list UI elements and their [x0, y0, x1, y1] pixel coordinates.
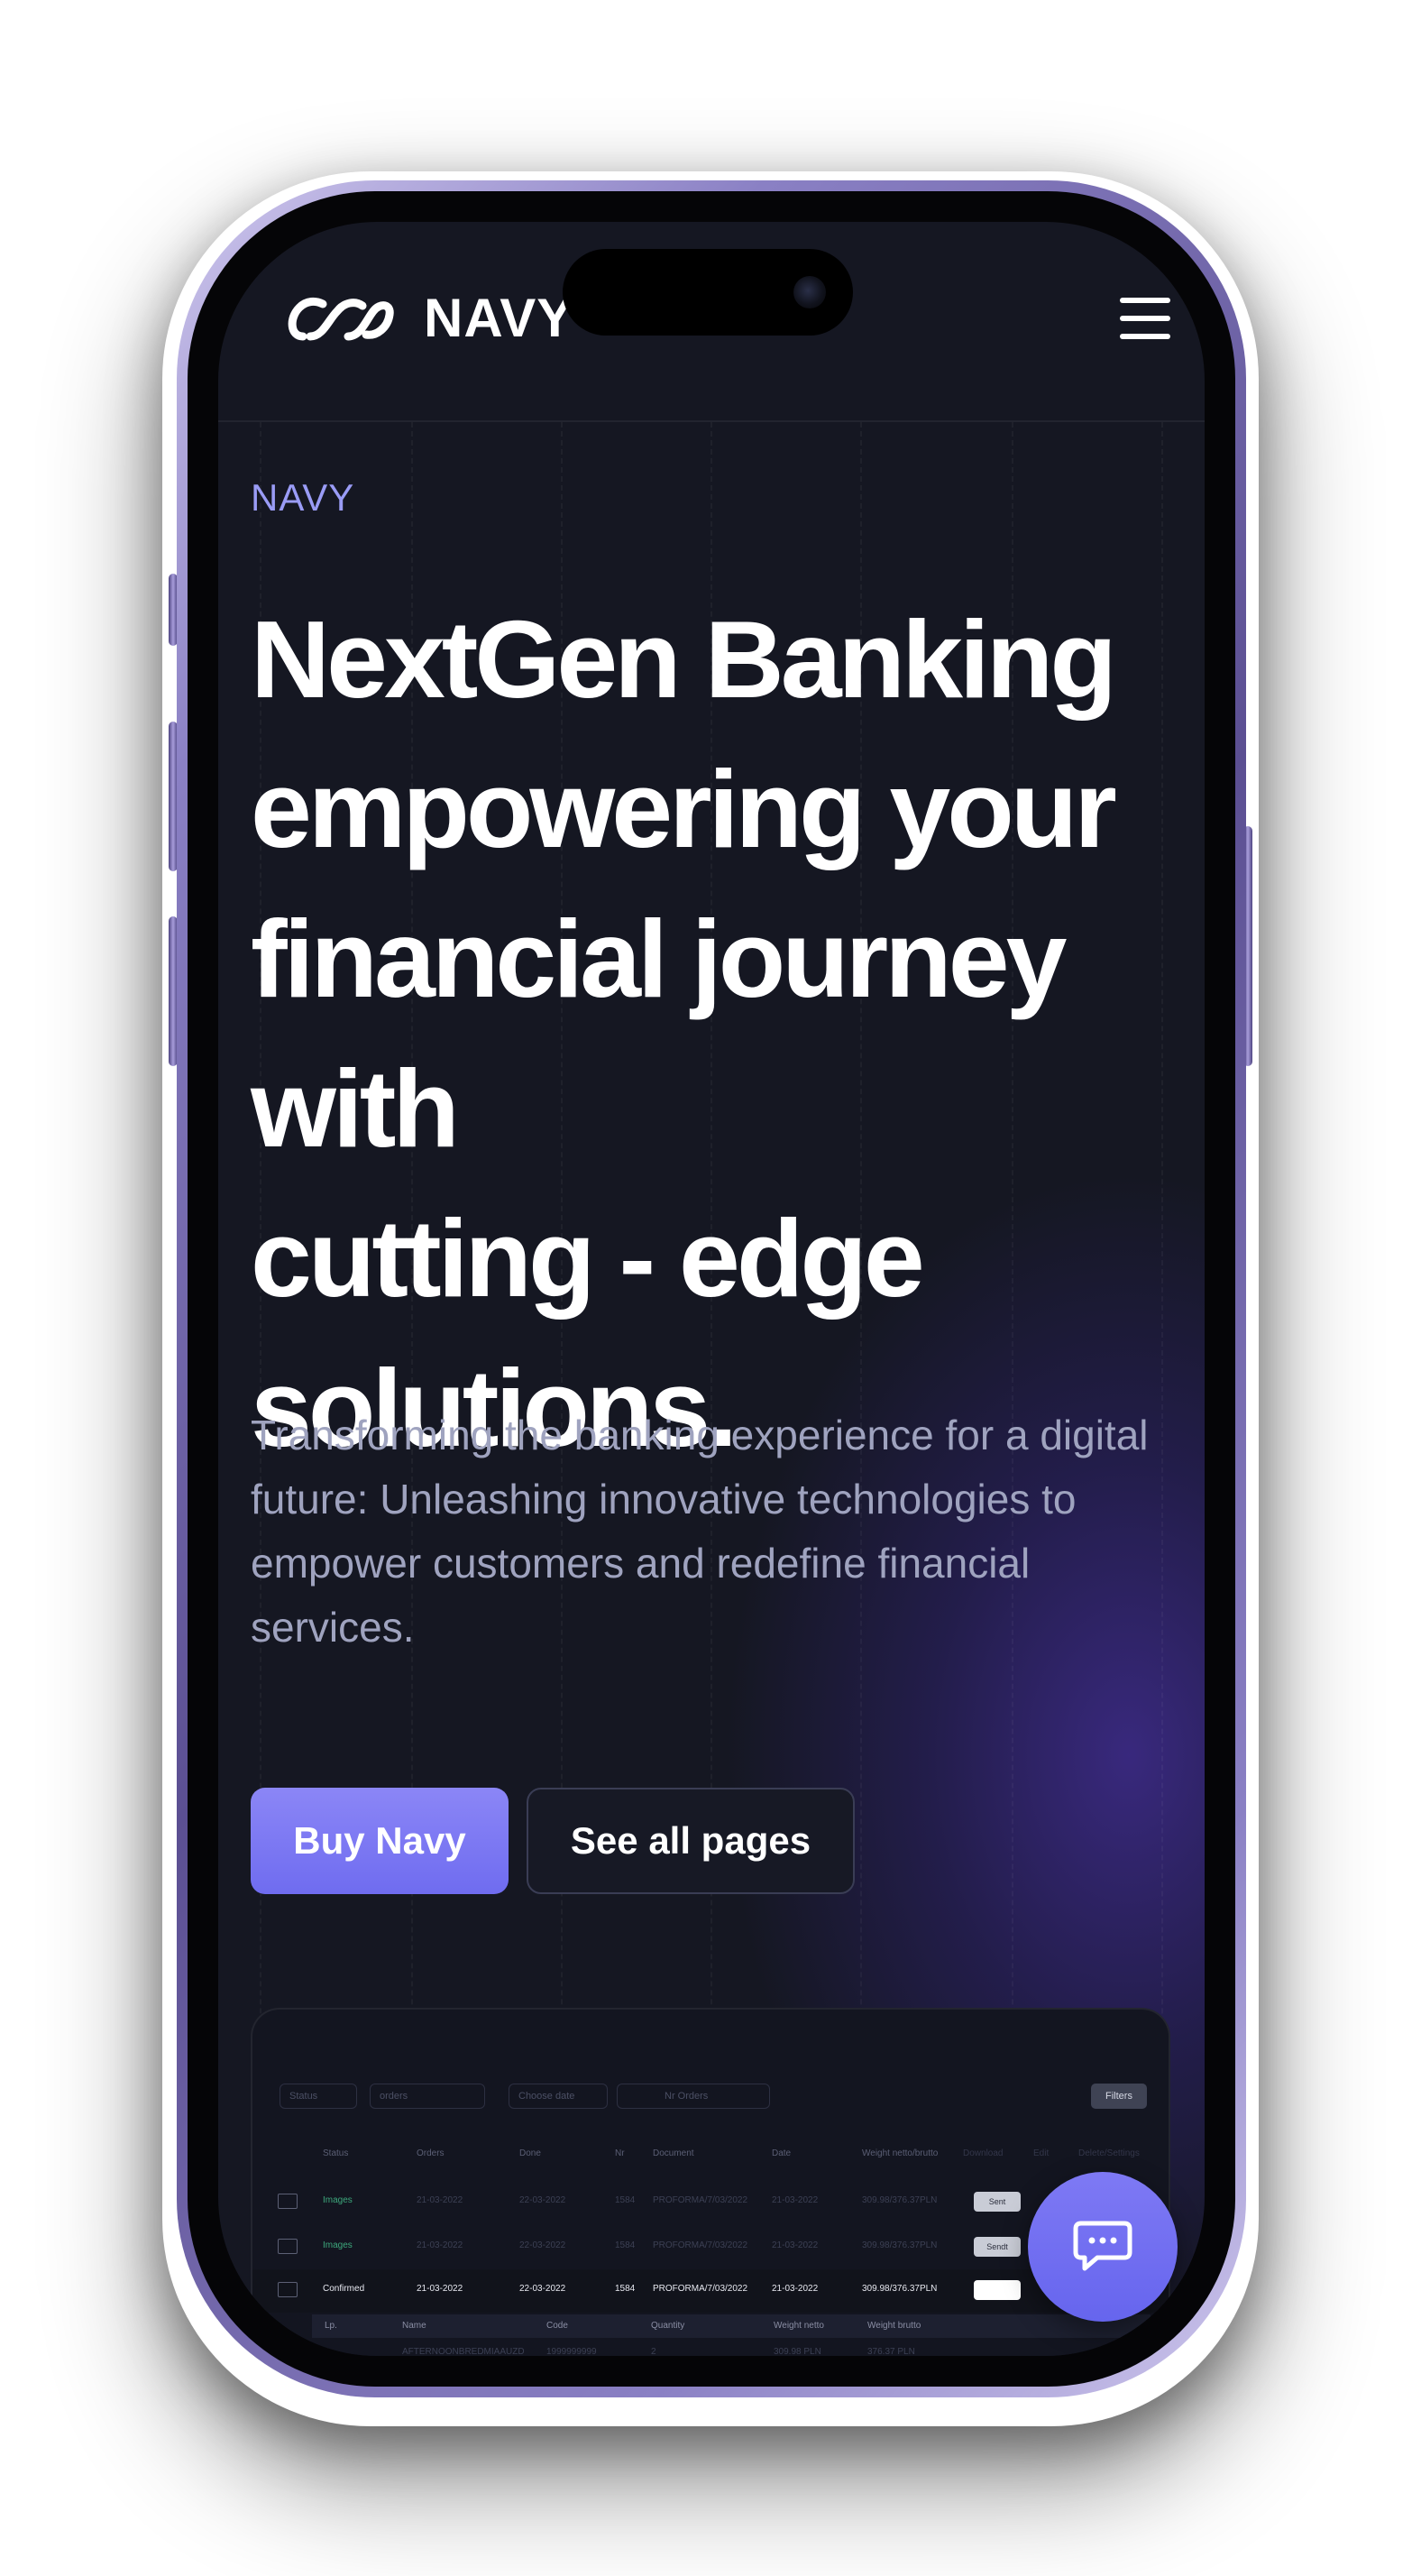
hero-eyebrow: NAVY	[251, 476, 355, 519]
row-date: 21-03-2022	[772, 2284, 819, 2294]
phone-frame: NAVY NAVY NextGen Banking empowering you…	[177, 180, 1246, 2397]
detail-column-header: Weight brutto	[867, 2321, 921, 2331]
detail-column-header: Lp.	[325, 2321, 337, 2331]
chat-bubble-icon	[1073, 2221, 1132, 2271]
chat-button[interactable]	[1028, 2172, 1178, 2322]
detail-cell: 1	[325, 2347, 330, 2356]
headline-line: NextGen Banking	[251, 598, 1117, 721]
hamburger-menu-icon[interactable]	[1120, 298, 1174, 339]
folder-icon	[278, 2194, 298, 2209]
column-header: Delete/Settings	[1078, 2148, 1140, 2158]
row-status: Images	[323, 2195, 353, 2205]
detail-cell: 2	[651, 2347, 656, 2356]
row-weight: 309.98/376.37PLN	[862, 2240, 938, 2250]
row-nr: 1584	[615, 2284, 636, 2294]
headline-line: empowering your	[251, 748, 1117, 870]
detail-cell: 1999999999	[546, 2347, 597, 2356]
folder-icon	[278, 2282, 298, 2297]
detail-column-header: Code	[546, 2321, 568, 2331]
orders-search-input: Nr Orders	[617, 2084, 770, 2109]
row-document: PROFORMA/7/03/2022	[653, 2284, 748, 2294]
row-weight: 309.98/376.37PLN	[862, 2284, 938, 2294]
see-all-pages-button[interactable]: See all pages	[527, 1788, 855, 1894]
detail-column-header: Weight netto	[774, 2321, 824, 2331]
detail-row: 1 AFTERNOONBREDMIAAUZD 1999999999 2 309.…	[312, 2340, 1151, 2356]
column-header: Orders	[417, 2148, 445, 2158]
hero-subtext: Transforming the banking experience for …	[251, 1412, 1149, 1651]
column-header: Status	[323, 2148, 349, 2158]
headline-line: cutting - edge	[251, 1197, 925, 1320]
date-picker: Choose date	[509, 2084, 608, 2109]
row-orders: 21-03-2022	[417, 2240, 463, 2250]
row-nr: 1584	[615, 2195, 636, 2205]
row-date: 21-03-2022	[772, 2240, 819, 2250]
phone-screen: NAVY NAVY NextGen Banking empowering you…	[218, 222, 1205, 2356]
table-row: Confirmed 21-03-2022 22-03-2022 1584 PRO…	[252, 2269, 1169, 2313]
detail-cell: 376.37 PLN	[867, 2347, 915, 2356]
orders-select: orders	[370, 2084, 485, 2109]
dashboard-preview: Status orders Choose date Nr Orders Filt…	[251, 2008, 1170, 2356]
status-select: Status	[280, 2084, 357, 2109]
column-header: Edit	[1033, 2148, 1050, 2158]
column-header: Download	[963, 2148, 1004, 2158]
column-header: Nr	[615, 2148, 625, 2158]
row-status: Images	[323, 2240, 353, 2250]
row-done: 22-03-2022	[519, 2195, 566, 2205]
row-date: 21-03-2022	[772, 2195, 819, 2205]
detail-column-header: Quantity	[651, 2321, 685, 2331]
table-row: Images 21-03-2022 22-03-2022 1584 PROFOR…	[252, 2181, 1169, 2224]
dynamic-island	[563, 249, 853, 336]
detail-cell: AFTERNOONBREDMIAAUZD	[402, 2347, 525, 2356]
row-document: PROFORMA/7/03/2022	[653, 2240, 748, 2250]
phone-bezel: NAVY NAVY NextGen Banking empowering you…	[188, 191, 1235, 2387]
row-done: 22-03-2022	[519, 2284, 566, 2294]
column-header: Date	[772, 2148, 792, 2158]
row-weight: 309.98/376.37PLN	[862, 2195, 938, 2205]
row-action-badge	[974, 2280, 1021, 2300]
row-status: Confirmed	[323, 2284, 365, 2294]
detail-cell: 309.98 PLN	[774, 2347, 821, 2356]
brand-logo[interactable]: NAVY	[283, 287, 573, 349]
column-header: Document	[653, 2148, 694, 2158]
device-mockup: NAVY NAVY NextGen Banking empowering you…	[0, 0, 1421, 2576]
row-nr: 1584	[615, 2240, 636, 2250]
camera-icon	[793, 276, 826, 308]
row-document: PROFORMA/7/03/2022	[653, 2195, 748, 2205]
brand-name: NAVY	[424, 288, 574, 348]
column-header: Weight netto/brutto	[862, 2148, 939, 2158]
row-orders: 21-03-2022	[417, 2284, 463, 2294]
buy-navy-button[interactable]: Buy Navy	[251, 1788, 509, 1894]
hero-headline: NextGen Banking empowering your financia…	[251, 584, 1161, 1483]
row-action-badge: Sent	[974, 2192, 1021, 2212]
infinity-chain-logo-icon	[288, 297, 394, 340]
detail-header-row: Lp. Name Code Quantity Weight netto Weig…	[312, 2314, 1151, 2338]
site-header: NAVY	[218, 222, 1205, 422]
row-done: 22-03-2022	[519, 2240, 566, 2250]
headline-line: financial journey with	[251, 897, 1067, 1170]
row-orders: 21-03-2022	[417, 2195, 463, 2205]
filters-button: Filters	[1091, 2084, 1147, 2109]
column-header: Done	[519, 2148, 541, 2158]
detail-column-header: Name	[402, 2321, 426, 2331]
row-action-badge: Sendt	[974, 2237, 1021, 2257]
folder-icon	[278, 2239, 298, 2254]
